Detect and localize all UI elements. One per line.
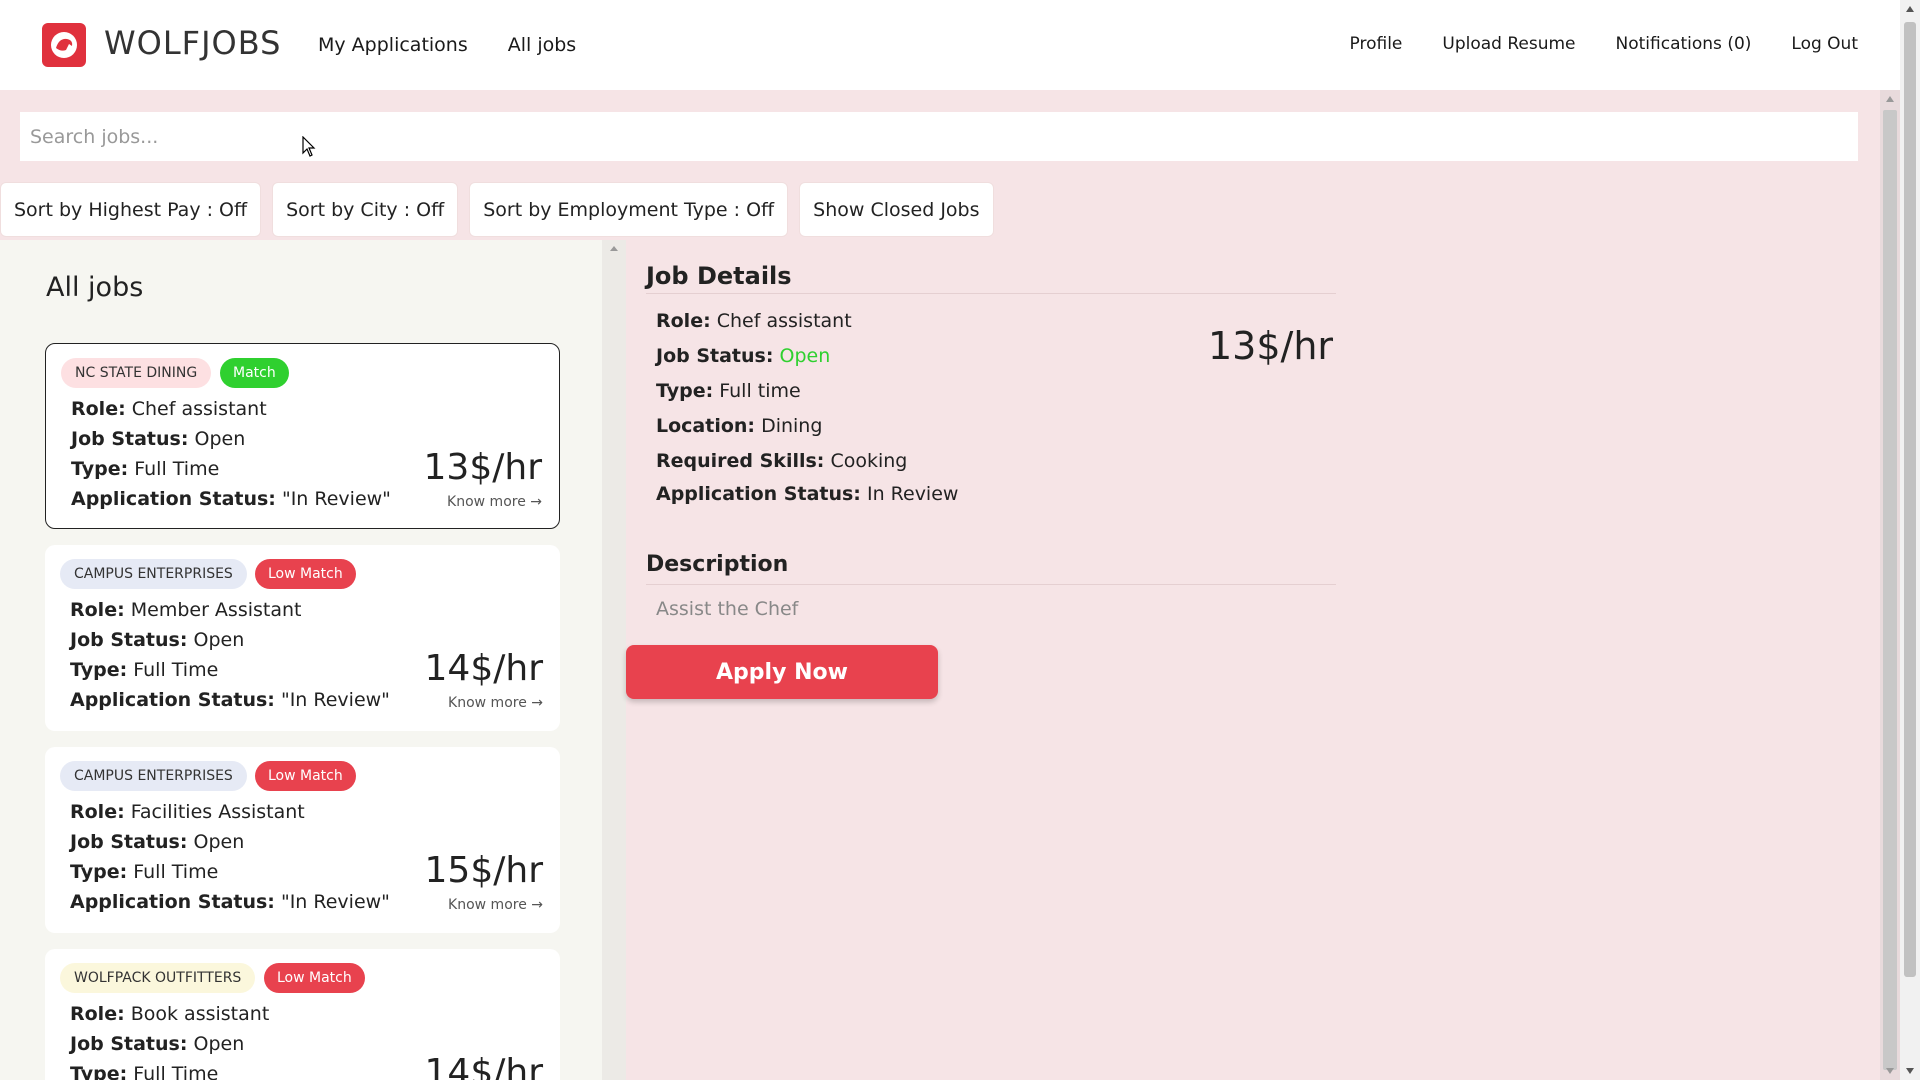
match-badge: Low Match (264, 963, 365, 993)
sort-employment-type-button[interactable]: Sort by Employment Type : Off (469, 182, 789, 237)
detail-pay-rate: 13$/hr (1208, 324, 1334, 368)
status-value: Open (193, 831, 245, 853)
detail-role-label: Role: (656, 310, 711, 332)
role-value: Chef assistant (131, 398, 267, 420)
scrollbar-thumb[interactable] (1883, 110, 1897, 1070)
company-tag: CAMPUS ENTERPRISES (60, 559, 247, 589)
nav-all-jobs[interactable]: All jobs (508, 34, 576, 56)
description-text: Assist the Chef (656, 598, 799, 620)
app-status-label: Application Status: (70, 689, 275, 711)
app-status-label: Application Status: (70, 891, 275, 913)
detail-location-label: Location: (656, 415, 756, 437)
detail-location-value: Dining (761, 415, 823, 437)
detail-app-status-value: In Review (866, 483, 959, 505)
job-details-title: Job Details (646, 262, 792, 290)
nav-notifications[interactable]: Notifications (0) (1616, 34, 1752, 54)
role-label: Role: (71, 398, 126, 420)
filter-bar: Sort by Highest Pay : Off Sort by City :… (0, 182, 994, 237)
type-label: Type: (70, 861, 128, 883)
wolf-logo-icon[interactable] (42, 23, 86, 67)
status-value: Open (193, 1033, 245, 1055)
scroll-down-icon[interactable] (1906, 1068, 1914, 1074)
role-label: Role: (70, 1003, 125, 1025)
type-value: Full Time (133, 861, 219, 883)
app-status-label: Application Status: (71, 488, 276, 510)
sort-highest-pay-button[interactable]: Sort by Highest Pay : Off (0, 182, 262, 237)
role-label: Role: (70, 801, 125, 823)
apply-now-button[interactable]: Apply Now (626, 645, 938, 699)
nav-upload-resume[interactable]: Upload Resume (1442, 34, 1575, 54)
type-value: Full Time (133, 1063, 219, 1080)
navbar: WOLFJOBS My Applications All jobs Profil… (0, 0, 1900, 90)
role-value: Member Assistant (130, 599, 302, 621)
role-label: Role: (70, 599, 125, 621)
detail-status-value: Open (779, 345, 831, 367)
scroll-down-icon[interactable] (1886, 1068, 1894, 1074)
match-badge: Match (220, 358, 289, 388)
status-label: Job Status: (70, 629, 188, 651)
job-card[interactable]: CAMPUS ENTERPRISES Low Match Role: Membe… (45, 545, 560, 731)
know-more-link[interactable]: Know more → (448, 695, 543, 711)
detail-app-status-label: Application Status: (656, 483, 861, 505)
sort-city-button[interactable]: Sort by City : Off (272, 182, 459, 237)
scroll-up-icon[interactable] (1886, 96, 1894, 102)
nav-right: Profile Upload Resume Notifications (0) … (1350, 34, 1858, 54)
job-list-title: All jobs (46, 272, 144, 303)
search-input[interactable] (20, 112, 1858, 161)
mouse-cursor-icon (302, 136, 316, 157)
job-list-scrollbar[interactable] (602, 240, 626, 1080)
detail-type-value: Full time (719, 380, 801, 402)
description-title: Description (646, 552, 789, 577)
scroll-up-icon[interactable] (610, 246, 618, 251)
details-divider (646, 293, 1336, 294)
status-value: Open (193, 629, 245, 651)
match-badge: Low Match (255, 761, 356, 791)
detail-skills-value: Cooking (830, 450, 908, 472)
know-more-link[interactable]: Know more → (447, 494, 542, 510)
job-card[interactable]: CAMPUS ENTERPRISES Low Match Role: Facil… (45, 747, 560, 933)
status-value: Open (194, 428, 246, 450)
pay-rate: 14$/hr (424, 1052, 543, 1080)
show-closed-jobs-button[interactable]: Show Closed Jobs (799, 182, 994, 237)
app-status-value: "In Review" (281, 488, 391, 510)
company-tag: CAMPUS ENTERPRISES (60, 761, 247, 791)
company-tag: NC STATE DINING (61, 358, 212, 388)
type-label: Type: (71, 458, 129, 480)
pay-rate: 14$/hr (424, 648, 543, 689)
scrollbar-thumb[interactable] (1904, 22, 1916, 977)
status-label: Job Status: (70, 1033, 188, 1055)
role-value: Facilities Assistant (130, 801, 305, 823)
app-status-value: "In Review" (280, 689, 390, 711)
pay-rate: 15$/hr (424, 850, 543, 891)
detail-role-value: Chef assistant (716, 310, 852, 332)
detail-status-label: Job Status: (656, 345, 774, 367)
type-label: Type: (70, 1063, 128, 1080)
company-tag: WOLFPACK OUTFITTERS (60, 963, 256, 993)
role-value: Book assistant (130, 1003, 270, 1025)
nav-my-applications[interactable]: My Applications (318, 34, 468, 56)
status-label: Job Status: (71, 428, 189, 450)
detail-type-label: Type: (656, 380, 714, 402)
type-label: Type: (70, 659, 128, 681)
nav-left: My Applications All jobs (318, 34, 576, 56)
job-card[interactable]: WOLFPACK OUTFITTERS Low Match Role: Book… (45, 949, 560, 1080)
content-scrollbar[interactable] (1880, 90, 1900, 1080)
nav-log-out[interactable]: Log Out (1791, 34, 1858, 54)
know-more-link[interactable]: Know more → (448, 897, 543, 913)
detail-skills-label: Required Skills: (656, 450, 825, 472)
page-scrollbar[interactable] (1900, 0, 1920, 1080)
app-status-value: "In Review" (280, 891, 390, 913)
job-card[interactable]: NC STATE DINING Match Role: Chef assista… (45, 343, 560, 529)
nav-profile[interactable]: Profile (1350, 34, 1403, 54)
scroll-up-icon[interactable] (1906, 6, 1914, 12)
type-value: Full Time (134, 458, 220, 480)
match-badge: Low Match (255, 559, 356, 589)
type-value: Full Time (133, 659, 219, 681)
description-divider (646, 584, 1336, 585)
status-label: Job Status: (70, 831, 188, 853)
brand-name[interactable]: WOLFJOBS (104, 24, 281, 62)
pay-rate: 13$/hr (423, 447, 542, 488)
